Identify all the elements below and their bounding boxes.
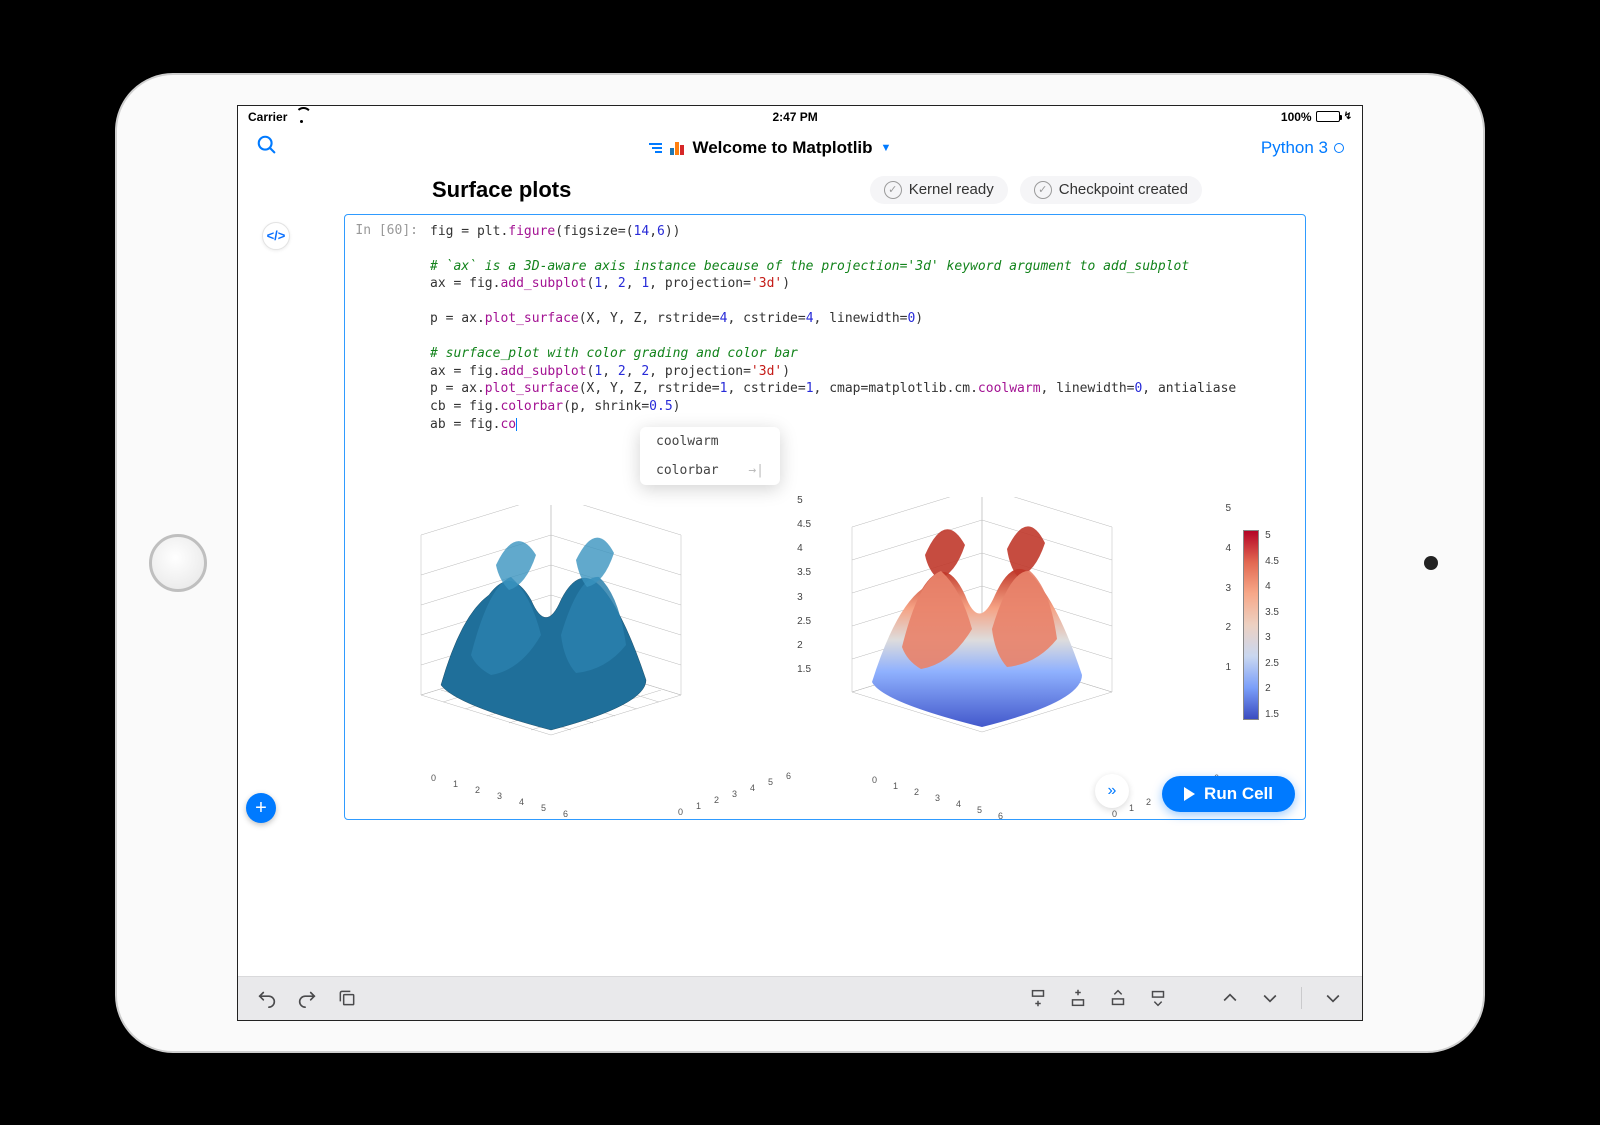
copy-button[interactable]: [336, 987, 358, 1009]
insert-above-button[interactable]: [1027, 987, 1049, 1009]
colorbar: 1.522.533.544.55: [1243, 515, 1279, 735]
cell-output: 1.522.533.544.55 0 1 2 3 4 5 6 0 1 2 3: [345, 441, 1305, 819]
colorbar-ticks: 1.522.533.544.55: [1265, 530, 1279, 720]
ipad-frame: Carrier 2:47 PM 100% ↯ Welcome to Matplo…: [115, 73, 1485, 1053]
check-icon: ✓: [884, 181, 902, 199]
z-axis-ticks: 1.522.533.544.55: [797, 495, 811, 675]
cell-header-row: Surface plots ✓ Kernel ready ✓ Checkpoin…: [238, 168, 1362, 208]
kernel-status-icon: [1334, 143, 1344, 153]
autocomplete-popup[interactable]: coolwarm colorbar: [640, 427, 780, 485]
notebook-title[interactable]: Welcome to Matplotlib: [692, 138, 872, 158]
search-button[interactable]: [256, 134, 278, 161]
battery-pct: 100%: [1281, 110, 1312, 124]
toolbar-separator: [1301, 987, 1302, 1009]
surface-plot-left: 1.522.533.544.55 0 1 2 3 4 5 6 0 1 2 3: [371, 485, 781, 805]
prev-cell-button[interactable]: [1219, 987, 1241, 1009]
add-cell-button[interactable]: +: [246, 793, 276, 823]
run-cell-button[interactable]: Run Cell: [1162, 776, 1295, 812]
home-button[interactable]: [149, 534, 207, 592]
wifi-icon: [294, 111, 309, 123]
notebook-content: </> In [60]: fig = plt.figure(figsize=(1…: [238, 208, 1362, 821]
insert-below-button[interactable]: [1067, 987, 1089, 1009]
redo-button[interactable]: [296, 987, 318, 1009]
autocomplete-item[interactable]: coolwarm: [640, 427, 780, 456]
move-cell-up-button[interactable]: [1107, 987, 1129, 1009]
check-icon: ✓: [1034, 181, 1052, 199]
clock: 2:47 PM: [309, 110, 1281, 124]
move-cell-down-button[interactable]: [1147, 987, 1169, 1009]
kernel-status-pill: ✓ Kernel ready: [870, 176, 1008, 204]
charging-icon: ↯: [1344, 111, 1352, 122]
play-icon: [1184, 787, 1195, 801]
surface-plot-right: 12345 0 1 2 3 4 5 6 0 1 2 3 4 5: [817, 485, 1207, 805]
cell-prompt: In [60]:: [355, 223, 430, 434]
ios-status-bar: Carrier 2:47 PM 100% ↯: [238, 106, 1362, 128]
kernel-name: Python 3: [1261, 138, 1328, 158]
notebook-icon: [670, 141, 684, 155]
status-pills: ✓ Kernel ready ✓ Checkpoint created: [870, 176, 1202, 204]
z-axis-ticks: 12345: [1225, 503, 1231, 673]
checkpoint-status-pill: ✓ Checkpoint created: [1020, 176, 1202, 204]
front-camera: [1424, 556, 1438, 570]
code-cell[interactable]: In [60]: fig = plt.figure(figsize=(14,6)…: [344, 214, 1306, 821]
kernel-selector[interactable]: Python 3: [1261, 138, 1344, 158]
toc-icon[interactable]: [647, 143, 662, 153]
title-dropdown-icon[interactable]: ▼: [881, 142, 892, 154]
next-cell-button[interactable]: [1259, 987, 1281, 1009]
run-all-button[interactable]: »: [1095, 774, 1129, 808]
section-heading: Surface plots: [432, 177, 571, 203]
undo-button[interactable]: [256, 987, 278, 1009]
app-topbar: Welcome to Matplotlib ▼ Python 3: [238, 128, 1362, 168]
cell-type-badge[interactable]: </>: [262, 222, 290, 250]
carrier-label: Carrier: [248, 110, 287, 124]
code-editor[interactable]: fig = plt.figure(figsize=(14,6)) # `ax` …: [430, 223, 1295, 434]
colorbar-gradient: [1243, 530, 1259, 720]
collapse-keyboard-button[interactable]: [1322, 987, 1344, 1009]
bottom-toolbar: [238, 976, 1362, 1020]
screen: Carrier 2:47 PM 100% ↯ Welcome to Matplo…: [237, 105, 1363, 1021]
checkpoint-status-text: Checkpoint created: [1059, 181, 1188, 198]
kernel-status-text: Kernel ready: [909, 181, 994, 198]
autocomplete-item[interactable]: colorbar: [640, 456, 780, 485]
run-label: Run Cell: [1204, 784, 1273, 804]
battery-icon: [1316, 111, 1340, 122]
